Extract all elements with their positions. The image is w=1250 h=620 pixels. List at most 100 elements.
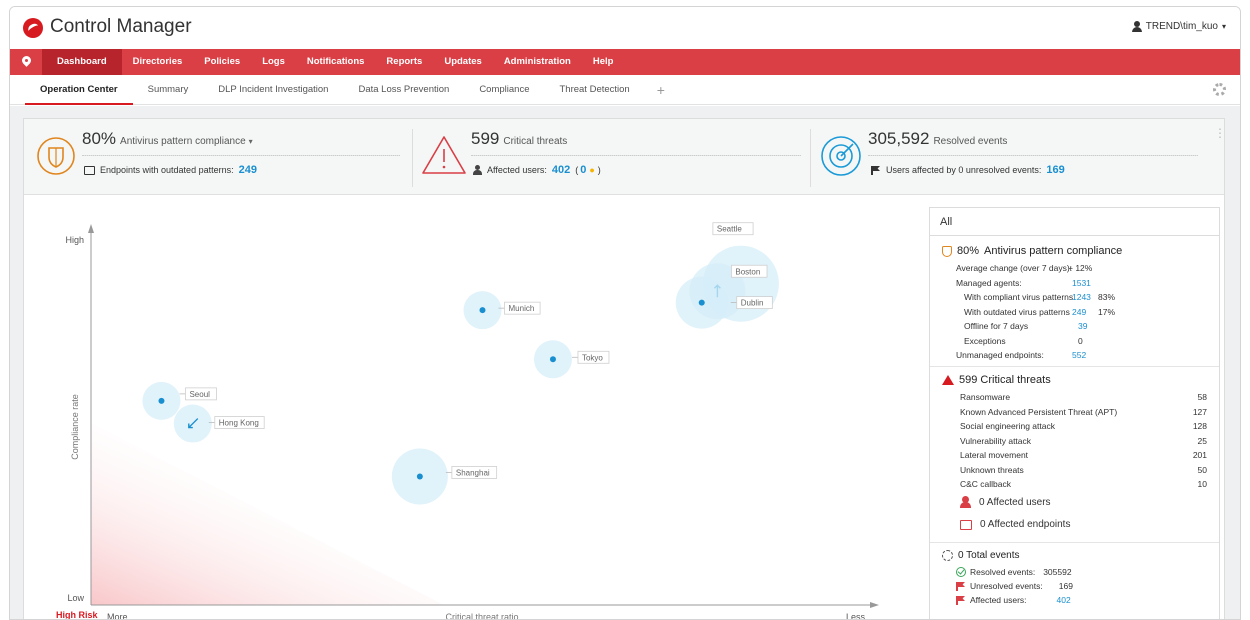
tab-data-loss-prevention[interactable]: Data Loss Prevention [343,75,464,105]
tab-operation-center[interactable]: Operation Center [25,75,133,105]
threat-row-value: 50 [1197,464,1207,475]
bubble-dot [416,473,423,480]
tab-dlp-incident-investigation[interactable]: DLP Incident Investigation [203,75,343,105]
threat-row-value: 58 [1197,392,1207,402]
affected-users-link[interactable]: 402 [552,164,570,176]
av-row-label: With outdated virus patterns [964,306,1070,317]
warning-icon [942,375,954,385]
new-indicator-icon: ● [589,165,595,175]
user-icon [960,496,971,508]
bubble-dublin[interactable] [675,276,728,329]
nav-administration[interactable]: Administration [493,49,582,75]
user-menu[interactable]: TREND\tim_kuo ▾ [1131,21,1226,32]
kpi-critical-threats[interactable]: 599 Critical threats Affected users: 402… [413,119,809,195]
nav-notifications[interactable]: Notifications [296,49,376,75]
threats-section: 599 Critical threats Ransomware 58 Known A… [930,372,1219,530]
av-row-value[interactable]: 1243 [1072,292,1091,302]
threats-title: 599 Critical threats [959,374,1051,386]
app-window: Control Manager TREND\tim_kuo ▾ Dashboar… [9,6,1241,620]
unresolved-events-row: Unresolved events: 169 [956,581,1073,591]
more-options-icon[interactable]: ⋮ [1214,127,1226,145]
bubbles-group: Seattle Boston Dublin Munich Tokyo Seoul Hong … [142,222,779,505]
threats-label: Critical threats [503,136,568,147]
bubble-seoul[interactable] [142,381,181,420]
high-risk-label: High Risk [56,610,99,620]
outdated-endpoints-label: Endpoints with outdated patterns: [100,165,234,175]
nav-help[interactable]: Help [582,49,625,75]
av-row-value[interactable]: 249 [1072,307,1086,317]
flag-icon [956,582,966,591]
open-paren: ( [575,165,579,175]
location-pin-icon[interactable] [10,49,42,75]
shield-icon [37,137,75,175]
tab-compliance[interactable]: Compliance [464,75,544,105]
user-name: TREND\tim_kuo [1145,21,1218,32]
y-high-label: High [65,235,84,245]
resolved-events-label: Resolved events: [970,567,1036,577]
flag-icon [871,166,881,175]
events-affected-users-label: Affected users: [970,595,1027,605]
gear-icon[interactable] [1213,83,1226,96]
radar-icon [821,136,861,176]
threat-row-value: 127 [1192,406,1207,417]
bubble-label: Tokyo [582,353,603,362]
high-risk-zone [91,423,444,605]
outdated-endpoints-link[interactable]: 249 [239,164,257,176]
divider [868,155,1198,156]
affected-endpoints-row[interactable]: 0 Affected endpoints [960,519,1070,530]
tab-threat-detection[interactable]: Threat Detection [544,75,644,105]
trend-micro-logo-icon [23,18,43,38]
resolved-events-value: 305592 [1043,567,1072,577]
nav-logs[interactable]: Logs [251,49,296,75]
bubble-hong-kong[interactable] [173,404,212,443]
affected-users-events-row: Affected users: 402 [956,595,1071,605]
nav-reports[interactable]: Reports [375,49,433,75]
content-area: 80% Antivirus pattern compliance ▾ Endpo… [10,106,1240,620]
bubble-label: Hong Kong [219,419,259,428]
av-row-label: With compliant virus patterns [964,292,1074,302]
threat-row-label: C&C callback [960,479,1012,489]
risk-bubble-chart: High Low Compliance rate Critical threat… [24,197,924,620]
chevron-down-icon[interactable]: ▾ [249,137,253,146]
nav-updates[interactable]: Updates [433,49,492,75]
nav-directories[interactable]: Directories [122,49,194,75]
av-row-value[interactable]: 39 [1078,321,1087,331]
threat-row-label: Ransomware [960,392,1011,402]
bubble-label: Seattle [717,225,742,234]
av-row-label: Managed agents: [956,277,1022,288]
events-affected-users-link[interactable]: 402 [1057,595,1071,605]
av-row-percent: 17% [1098,306,1116,317]
av-row-value[interactable]: 552 [1072,350,1086,360]
events-title: 0 Total events [958,549,1020,561]
kpi-resolved-events[interactable]: 305,592 Resolved events Users affected b… [811,119,1226,195]
new-affected-users-link[interactable]: 0 [580,164,586,176]
av-row-value: 0 [1078,335,1083,346]
unresolved-users-link[interactable]: 169 [1046,164,1064,176]
kpi-antivirus[interactable]: 80% Antivirus pattern compliance ▾ Endpo… [24,119,411,195]
resolved-value: 305,592 [868,129,930,148]
av-row-label: Unmanaged endpoints: [956,350,1044,360]
detail-panel: All 80% Antivirus pattern compliance Ave… [929,207,1220,619]
bubble-tokyo[interactable] [533,340,572,379]
close-paren: ) [597,165,601,175]
nav-policies[interactable]: Policies [193,49,251,75]
affected-users-row[interactable]: 0 Affected users [960,496,1051,508]
threat-row-label: Unknown threats [960,464,1024,475]
threat-row-value: 201 [1192,450,1207,460]
events-section: 0 Total events Resolved events: 305592 U… [930,547,1219,605]
threat-row-label: Known Advanced Persistent Threat (APT) [960,406,1118,417]
resolved-events-row: Resolved events: 305592 [956,567,1072,577]
bubble-shanghai[interactable] [391,448,448,505]
bubble-munich[interactable] [463,291,502,330]
add-tab-button[interactable]: + [645,82,677,98]
av-section: 80% Antivirus pattern compliance Average… [930,243,1219,360]
av-row-value: + 12% [1068,263,1093,273]
bubble-label: Dublin [741,299,764,308]
av-row-value[interactable]: 1531 [1072,278,1091,288]
tab-summary[interactable]: Summary [133,75,204,105]
threats-value: 599 [471,129,500,148]
y-axis-label: Compliance rate [70,394,80,460]
nav-dashboard[interactable]: Dashboard [42,49,122,75]
antivirus-value: 80% [82,129,117,148]
x-axis-label: Critical threat ratio [445,612,518,620]
